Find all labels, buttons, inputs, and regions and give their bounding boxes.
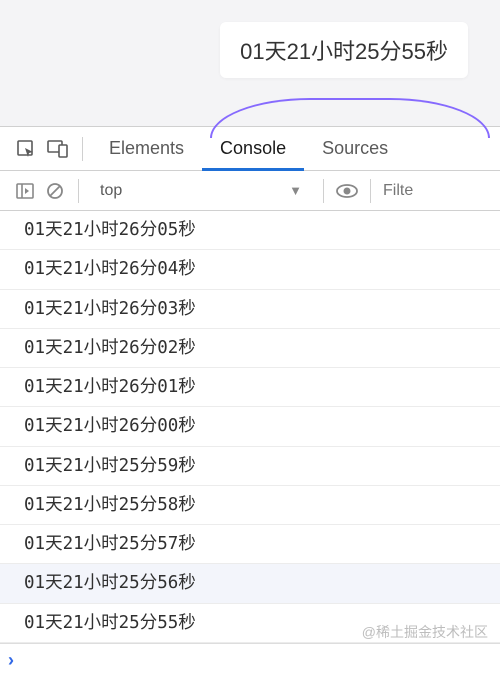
log-row[interactable]: 01天21小时25分59秒	[0, 447, 500, 486]
page-preview-area: 01天21小时25分55秒	[0, 0, 500, 126]
log-text: 01天21小时26分00秒	[24, 416, 196, 436]
watermark-text: @稀土掘金技术社区	[362, 622, 488, 642]
divider	[82, 137, 83, 161]
tab-label: Sources	[322, 138, 388, 159]
log-text: 01天21小时25分58秒	[24, 495, 196, 515]
log-text: 01天21小时26分05秒	[24, 220, 196, 240]
context-selector[interactable]: top ▼	[91, 177, 311, 205]
log-row[interactable]: 01天21小时25分58秒	[0, 486, 500, 525]
device-toolbar-icon[interactable]	[42, 133, 74, 165]
devtools-panel: Elements Console Sources top ▼	[0, 126, 500, 677]
inspect-element-icon[interactable]	[10, 133, 42, 165]
clear-console-icon[interactable]	[40, 176, 70, 206]
tab-label: Elements	[109, 138, 184, 159]
log-text: 01天21小时26分01秒	[24, 377, 196, 397]
live-expression-icon[interactable]	[332, 176, 362, 206]
log-text: 01天21小时25分57秒	[24, 534, 196, 554]
decorative-arc	[210, 98, 490, 138]
divider	[78, 179, 79, 203]
log-row[interactable]: 01天21小时26分01秒	[0, 368, 500, 407]
log-text: 01天21小时26分03秒	[24, 299, 196, 319]
filter-input[interactable]	[383, 182, 433, 200]
divider	[323, 179, 324, 203]
prompt-caret-icon: ›	[8, 650, 14, 671]
context-value: top	[100, 182, 122, 200]
log-row[interactable]: 01天21小时25分57秒	[0, 525, 500, 564]
log-row[interactable]: 01天21小时26分00秒	[0, 407, 500, 446]
tab-label: Console	[220, 138, 286, 159]
countdown-box: 01天21小时25分55秒	[220, 22, 468, 78]
console-toolbar: top ▼	[0, 171, 500, 211]
chevron-down-icon: ▼	[289, 183, 302, 198]
log-text: 01天21小时25分55秒	[24, 613, 196, 633]
log-row[interactable]: 01天21小时25分56秒	[0, 564, 500, 603]
toggle-sidebar-icon[interactable]	[10, 176, 40, 206]
log-row[interactable]: 01天21小时26分05秒	[0, 211, 500, 250]
log-text: 01天21小时25分59秒	[24, 456, 196, 476]
log-row[interactable]: 01天21小时26分04秒	[0, 250, 500, 289]
console-log-list: 01天21小时26分05秒 01天21小时26分04秒 01天21小时26分03秒 0…	[0, 211, 500, 643]
countdown-text: 01天21小时25分55秒	[240, 39, 448, 64]
log-text: 01天21小时25分56秒	[24, 573, 196, 593]
console-prompt[interactable]: ›	[0, 643, 500, 677]
log-row[interactable]: 01天21小时26分03秒	[0, 290, 500, 329]
tab-elements[interactable]: Elements	[91, 127, 202, 171]
log-row[interactable]: 01天21小时26分02秒	[0, 329, 500, 368]
divider	[370, 179, 371, 203]
log-text: 01天21小时26分02秒	[24, 338, 196, 358]
log-text: 01天21小时26分04秒	[24, 259, 196, 279]
